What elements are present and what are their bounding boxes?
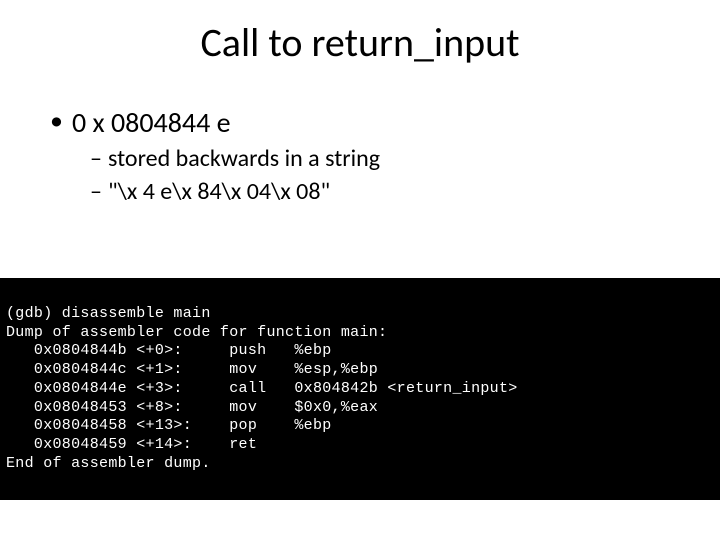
terminal-line: (gdb) disassemble main — [6, 305, 211, 322]
terminal-line: Dump of assembler code for function main… — [6, 324, 387, 341]
terminal-line: 0x08048459 <+14>: ret — [6, 436, 294, 453]
slide: Call to return_input 0 x 0804844 e store… — [0, 0, 720, 540]
bullet-level2: "\x 4 e\x 84\x 04\x 08" — [90, 177, 690, 206]
terminal-line: End of assembler dump. — [6, 455, 211, 472]
slide-title: Call to return_input — [0, 0, 720, 77]
slide-body: 0 x 0804844 e stored backwards in a stri… — [0, 77, 720, 206]
terminal-output: (gdb) disassemble main Dump of assembler… — [0, 278, 720, 500]
terminal-line: 0x0804844c <+1>: mov %esp,%ebp — [6, 361, 378, 378]
terminal-line: 0x0804844e <+3>: call 0x804842b <return_… — [6, 380, 518, 397]
terminal-line: 0x0804844b <+0>: push %ebp — [6, 342, 332, 359]
bullet-level2: stored backwards in a string — [90, 144, 690, 173]
terminal-line: 0x08048453 <+8>: mov $0x0,%eax — [6, 399, 378, 416]
bullet-level1: 0 x 0804844 e — [50, 105, 690, 140]
terminal-line: 0x08048458 <+13>: pop %ebp — [6, 417, 332, 434]
